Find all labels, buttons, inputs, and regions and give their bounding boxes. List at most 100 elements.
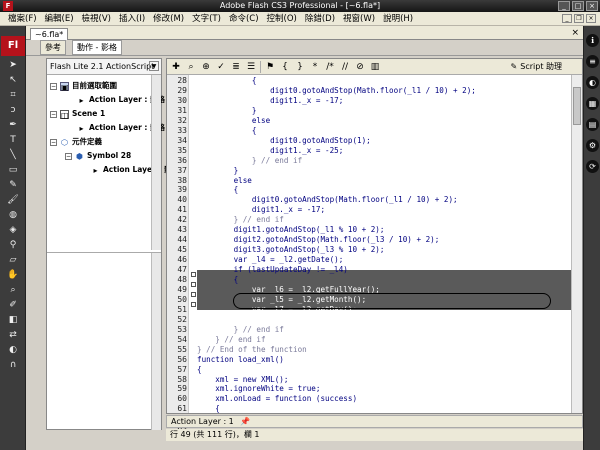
tree-item-scene-1[interactable]: − ◫ Scene 1 [50, 108, 105, 120]
menu-view[interactable]: 檢視(V) [78, 12, 115, 26]
paint-bucket-tool-icon[interactable]: ◈ [4, 223, 22, 237]
rectangle-tool-icon[interactable]: ▭ [4, 163, 22, 177]
menu-text[interactable]: 文字(T) [188, 12, 225, 26]
menu-file[interactable]: 檔案(F) [4, 12, 41, 26]
doc-restore-button[interactable]: ❐ [574, 14, 584, 23]
text-tool-icon[interactable]: T [4, 133, 22, 147]
collapse-icon[interactable]: − [50, 110, 57, 118]
fold-marker-icon[interactable] [191, 272, 196, 277]
code-line: xml = new XML(); [197, 374, 289, 384]
scrollbar-thumb[interactable] [573, 87, 581, 125]
movie-clip-icon: ⬢ [76, 151, 83, 161]
menu-insert[interactable]: 插入(I) [115, 12, 149, 26]
lasso-tool-icon[interactable]: ↄ [4, 103, 22, 117]
fold-marker-icon[interactable] [191, 302, 196, 307]
auto-format-icon[interactable]: ≣ [230, 61, 242, 73]
color-panel-icon[interactable]: ◐ [586, 76, 599, 89]
snap-icon[interactable]: ◐ [4, 343, 22, 357]
code-hint-icon[interactable]: ☰ [245, 61, 257, 73]
check-syntax-icon[interactable]: ✓ [215, 61, 227, 73]
fill-color-icon[interactable]: ◧ [4, 313, 22, 327]
stroke-color-icon[interactable]: ✐ [4, 298, 22, 312]
tree-item-symbol-definitions[interactable]: − ⬡ 元件定義 [50, 136, 102, 148]
brush-tool-icon[interactable]: 🖌 [4, 193, 22, 207]
debug-options-icon[interactable]: ⚑ [264, 61, 276, 73]
free-transform-tool-icon[interactable]: ⌗ [4, 88, 22, 102]
info-panel-icon[interactable]: ℹ [586, 34, 599, 47]
code-line: digit1._x = -25; [197, 145, 344, 155]
editor-toolbar: ✚ ⌕ ⊕ ✓ ≣ ☰ ⚑ { } * /* // ⊘ ▥ ✎ Script 助理 [167, 59, 582, 75]
line-comment-icon[interactable]: // [339, 61, 351, 73]
menu-commands[interactable]: 命令(C) [225, 12, 263, 26]
eraser-tool-icon[interactable]: ▱ [4, 253, 22, 267]
line-tool-icon[interactable]: ╲ [4, 148, 22, 162]
collapse-between-braces-icon[interactable]: { [279, 61, 291, 73]
script-assist-icon: ✎ [510, 62, 518, 71]
doc-minimize-button[interactable]: _ [562, 14, 572, 23]
selection-tool-icon[interactable]: ➤ [4, 58, 22, 72]
find-icon[interactable]: ⌕ [185, 61, 197, 73]
frame-script-icon: ▸ [93, 165, 98, 175]
menu-window[interactable]: 視窗(W) [339, 12, 379, 26]
menu-help[interactable]: 說明(H) [379, 12, 417, 26]
script-assist-toggle[interactable]: ✎ Script 助理 [511, 61, 562, 72]
actionscript-version-select[interactable]: Flash Lite 2.1 ActionScript ▼ [47, 59, 161, 75]
code-line: var _l4 = _l2.getDate(); [197, 255, 344, 265]
swap-colors-icon[interactable]: ⇄ [4, 328, 22, 342]
fold-marker-icon[interactable] [191, 292, 196, 297]
right-panel-dock: ℹ ≡ ◐ ▦ ▤ ⚙ ⟳ [583, 26, 600, 450]
line-number: 59 [177, 384, 187, 394]
menu-debug[interactable]: 除錯(D) [301, 12, 339, 26]
code-line: else [197, 175, 252, 185]
pencil-tool-icon[interactable]: ✎ [4, 178, 22, 192]
line-number: 48 [177, 275, 187, 284]
subselection-tool-icon[interactable]: ↖ [4, 73, 22, 87]
line-number: 39 [177, 185, 187, 195]
navigator-scrollbar[interactable] [151, 75, 161, 250]
pen-tool-icon[interactable]: ✒ [4, 118, 22, 132]
code-line: { [197, 185, 239, 195]
hand-tool-icon[interactable]: ✋ [4, 268, 22, 282]
editor-scrollbar[interactable] [571, 75, 582, 413]
target-path-icon[interactable]: ⊕ [200, 61, 212, 73]
add-action-icon[interactable]: ✚ [170, 61, 182, 73]
tree-item-symbol-28[interactable]: − ⬢ Symbol 28 [65, 150, 131, 162]
collapse-icon[interactable]: − [50, 138, 57, 146]
collapse-icon[interactable]: − [65, 152, 72, 160]
swatches-panel-icon[interactable]: ▦ [586, 97, 599, 110]
document-tab[interactable]: ~6.fla* [30, 28, 69, 40]
transform-panel-icon[interactable]: ⟳ [586, 160, 599, 173]
menu-edit[interactable]: 編輯(E) [41, 12, 78, 26]
fold-marker-icon[interactable] [191, 282, 196, 287]
doc-close-button[interactable]: × [586, 14, 596, 23]
line-number: 61 [177, 404, 187, 414]
library-panel-icon[interactable]: ▤ [586, 118, 599, 131]
maximize-button[interactable]: □ [572, 1, 584, 11]
eyedropper-tool-icon[interactable]: ⚲ [4, 238, 22, 252]
expand-all-icon[interactable]: * [309, 61, 321, 73]
remove-comment-icon[interactable]: ⊘ [354, 61, 366, 73]
script-tab[interactable]: Action Layer : 1 📌 [166, 415, 583, 428]
zoom-tool-icon[interactable]: ⌕ [4, 283, 22, 297]
block-comment-icon[interactable]: /* [324, 61, 336, 73]
tree-item-current-selection[interactable]: − ▣ 目前選取範圍 [50, 80, 117, 92]
minimize-button[interactable]: _ [558, 1, 570, 11]
menu-modify[interactable]: 修改(M) [149, 12, 188, 26]
components-panel-icon[interactable]: ⚙ [586, 139, 599, 152]
align-panel-icon[interactable]: ≡ [586, 55, 599, 68]
navigator-lower-scrollbar[interactable] [151, 253, 161, 430]
close-button[interactable]: × [586, 1, 598, 11]
collapse-selection-icon[interactable]: } [294, 61, 306, 73]
tab-reference[interactable]: 參考 [40, 40, 66, 55]
code-area[interactable]: { digit0.gotoAndStop(Math.floor(_l1 / 10… [197, 75, 571, 413]
close-document-icon[interactable]: × [571, 28, 579, 38]
menu-control[interactable]: 控制(O) [263, 12, 301, 26]
code-line: digit0.gotoAndStop(1); [197, 135, 371, 145]
pin-script-icon[interactable]: 📌 [240, 417, 250, 426]
collapse-icon[interactable]: − [50, 82, 57, 90]
smooth-icon[interactable]: ∩ [4, 358, 22, 372]
ink-bottle-tool-icon[interactable]: ◍ [4, 208, 22, 222]
show-toolbox-icon[interactable]: ▥ [369, 61, 381, 73]
chevron-down-icon[interactable]: ▼ [149, 61, 159, 71]
tab-actions-frame[interactable]: 動作 - 影格 [72, 40, 122, 55]
